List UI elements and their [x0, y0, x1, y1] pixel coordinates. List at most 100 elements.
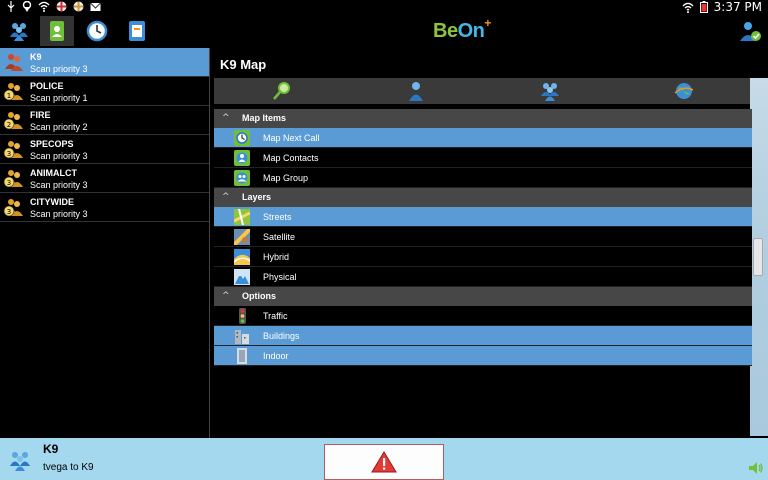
menu-item-label: Map Contacts — [263, 153, 319, 163]
map-toolbar — [214, 78, 752, 104]
speaker-icon[interactable] — [748, 460, 764, 476]
usb-icon — [7, 1, 15, 12]
hybrid-icon — [234, 249, 250, 265]
location-icon — [22, 1, 32, 12]
priority-badge: 3 — [7, 208, 11, 216]
locate-button[interactable] — [271, 80, 293, 102]
section-header-map-items[interactable]: ^ Map Items — [214, 109, 752, 128]
channel-group-icon: 1 — [3, 83, 23, 101]
collapse-caret-icon: ^ — [222, 291, 230, 301]
channel-name: POLICE — [30, 81, 64, 91]
tab-history[interactable] — [80, 16, 114, 46]
brand-plus: + — [484, 16, 491, 30]
channel-priority: Scan priority 3 — [30, 151, 88, 161]
physical-icon — [234, 269, 250, 285]
status-bar: 3:37 PM — [0, 0, 768, 14]
priority-badge: 3 — [7, 179, 11, 187]
contact-icon — [409, 82, 423, 101]
indoor-icon — [237, 348, 247, 364]
menu-item-label: Hybrid — [263, 252, 290, 262]
active-channel-subtitle: tvega to K9 — [43, 462, 94, 473]
globe-button[interactable] — [673, 80, 695, 102]
channel-group-icon: 3 — [3, 141, 23, 159]
channel-item-animalct[interactable]: 3 ANIMALCT Scan priority 3 — [0, 164, 209, 193]
scrollbar-thumb[interactable] — [753, 238, 763, 276]
channel-group-icon: 3 — [3, 170, 23, 188]
contact-button[interactable] — [405, 80, 427, 102]
beon-logo: BeOn+ — [433, 16, 491, 43]
status-icons-right: 3:37 PM — [682, 0, 762, 14]
menu-item-label: Map Next Call — [263, 133, 320, 143]
channel-group-icon: 2 — [3, 112, 23, 130]
warning-icon — [371, 451, 397, 473]
collapse-caret-icon: ^ — [222, 192, 230, 202]
wifi-icon — [38, 1, 50, 12]
traffic-icon — [239, 308, 246, 324]
wifi-icon — [682, 2, 694, 13]
globe-icon — [674, 83, 694, 99]
menu-item-map-next-call[interactable]: Map Next Call — [214, 128, 752, 148]
section-header-layers[interactable]: ^ Layers — [214, 188, 752, 207]
channel-priority: Scan priority 3 — [30, 209, 88, 219]
group-icon — [541, 83, 559, 101]
channel-name: K9 — [30, 52, 42, 62]
locate-icon — [273, 82, 290, 100]
channels-icon — [10, 23, 28, 41]
menu-item-label: Streets — [263, 212, 292, 222]
menu-item-streets[interactable]: Streets — [214, 207, 752, 227]
channel-item-citywide[interactable]: 3 CITYWIDE Scan priority 3 — [0, 193, 209, 222]
battery-icon — [699, 1, 708, 13]
priority-badge: 1 — [7, 92, 11, 100]
channel-priority: Scan priority 2 — [30, 122, 88, 132]
mail-icon — [90, 2, 101, 11]
user-check-icon — [740, 22, 761, 41]
status-icons-left — [6, 1, 101, 12]
tab-channels[interactable] — [2, 16, 36, 46]
channel-group-icon — [10, 452, 30, 471]
menu-item-label: Indoor — [263, 351, 289, 361]
menu-item-label: Traffic — [263, 311, 288, 321]
channel-item-k9[interactable]: K9 Scan priority 3 — [0, 48, 209, 77]
channel-name: CITYWIDE — [30, 197, 74, 207]
app-bar: BeOn+ — [0, 14, 768, 48]
menu-item-traffic[interactable]: Traffic — [214, 306, 752, 326]
channel-item-fire[interactable]: 2 FIRE Scan priority 2 — [0, 106, 209, 135]
channel-item-specops[interactable]: 3 SPECOPS Scan priority 3 — [0, 135, 209, 164]
channel-name: FIRE — [30, 110, 51, 120]
channel-list: K9 Scan priority 3 1 POLICE Scan priorit… — [0, 48, 210, 438]
channel-name: ANIMALCT — [30, 168, 77, 178]
profile-button[interactable] — [736, 17, 764, 45]
channel-group-icon — [5, 54, 23, 71]
app-icon — [73, 1, 84, 12]
menu-item-physical[interactable]: Physical — [214, 267, 752, 287]
menu-item-indoor[interactable]: Indoor — [214, 346, 752, 366]
buildings-icon — [235, 330, 249, 344]
satellite-icon — [234, 229, 250, 245]
contacts-map-icon — [234, 150, 250, 166]
menu-item-label: Map Group — [263, 173, 309, 183]
channel-item-police[interactable]: 1 POLICE Scan priority 1 — [0, 77, 209, 106]
priority-badge: 3 — [7, 150, 11, 158]
channel-group-icon: 3 — [3, 199, 23, 217]
page-title: K9 Map — [220, 57, 267, 72]
group-button[interactable] — [539, 80, 561, 102]
channel-priority: Scan priority 3 — [30, 180, 88, 190]
channel-priority: Scan priority 1 — [30, 93, 88, 103]
map-view[interactable] — [750, 78, 768, 436]
menu-item-map-group[interactable]: Map Group — [214, 168, 752, 188]
tab-contacts[interactable] — [40, 16, 74, 46]
channel-name: SPECOPS — [30, 139, 74, 149]
app-icon — [56, 1, 67, 12]
history-icon — [86, 20, 108, 42]
menu-item-hybrid[interactable]: Hybrid — [214, 247, 752, 267]
menu-item-buildings[interactable]: Buildings — [214, 326, 752, 346]
tab-settings[interactable] — [120, 16, 154, 46]
emergency-alert-button[interactable] — [324, 444, 444, 480]
priority-badge: 2 — [7, 121, 11, 129]
menu-item-map-contacts[interactable]: Map Contacts — [214, 148, 752, 168]
section-header-options[interactable]: ^ Options — [214, 287, 752, 306]
streets-icon — [234, 209, 250, 225]
active-channel-name: K9 — [43, 442, 59, 456]
section-label: Layers — [242, 192, 272, 202]
menu-item-satellite[interactable]: Satellite — [214, 227, 752, 247]
